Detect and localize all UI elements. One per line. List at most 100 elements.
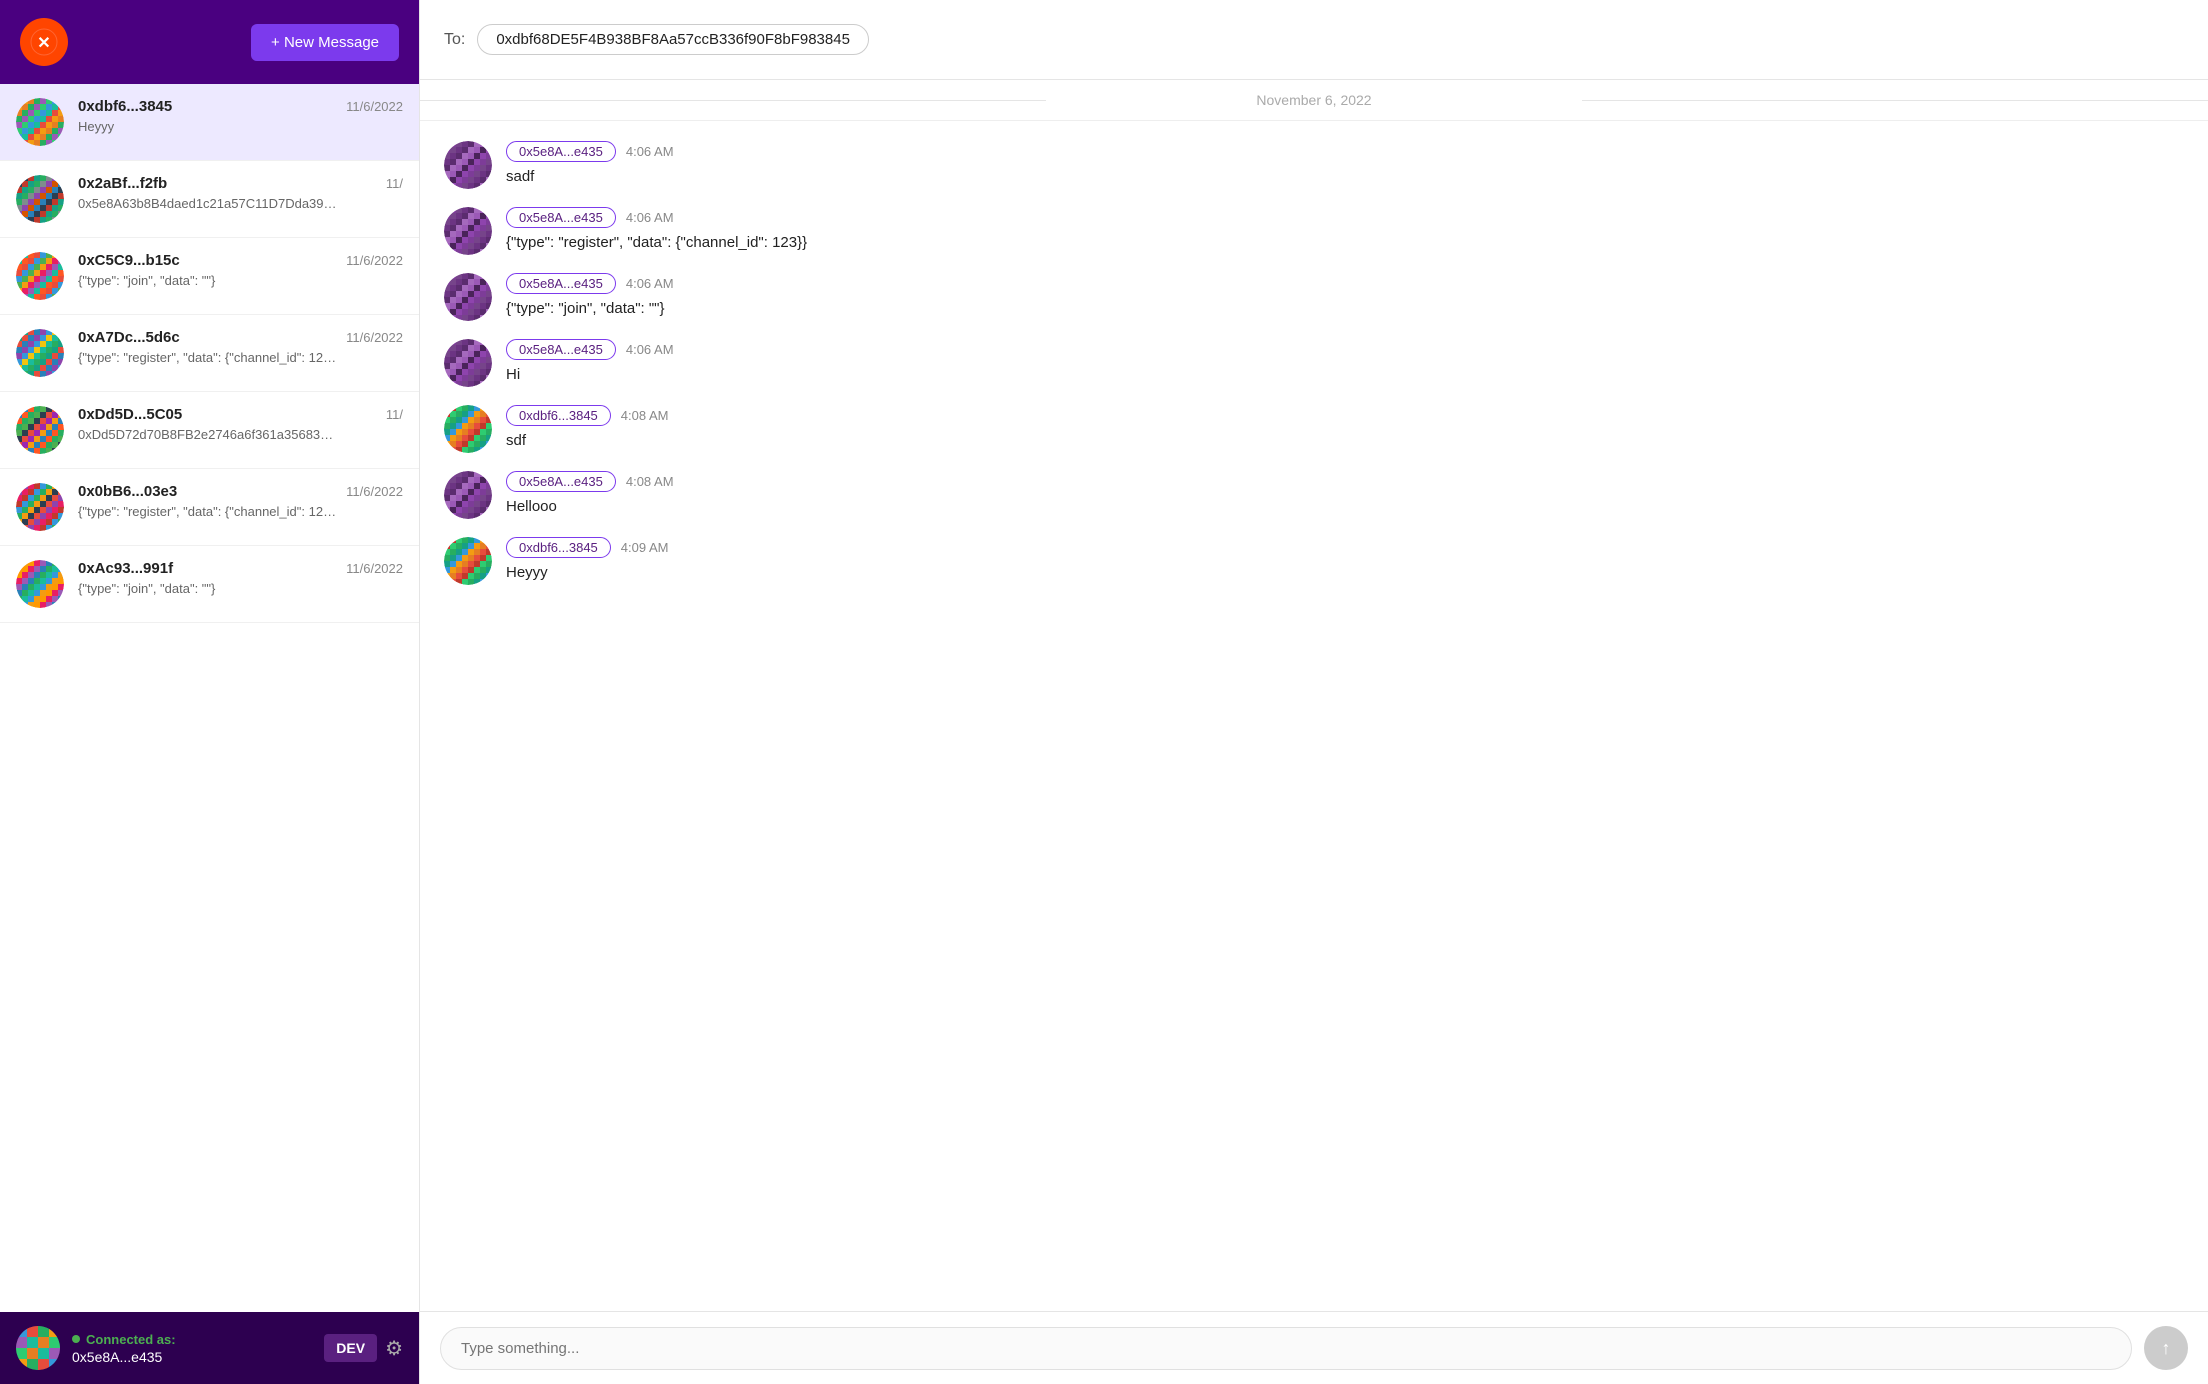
message-content: 0xdbf6...3845 4:09 AM Heyyy <box>506 537 2184 585</box>
message-time: 4:06 AM <box>626 210 674 225</box>
date-divider: November 6, 2022 <box>420 80 2208 121</box>
message-time: 4:08 AM <box>626 474 674 489</box>
conversation-list: 0xdbf6...3845 11/6/2022 Heyyy 0x2aBf...f… <box>0 84 419 1312</box>
message-content: 0x5e8A...e435 4:06 AM {"type": "register… <box>506 207 2184 255</box>
message-text: Hellooo <box>506 496 2184 519</box>
message-content: 0x5e8A...e435 4:06 AM {"type": "join", "… <box>506 273 2184 321</box>
conv-content: 0xAc93...991f 11/6/2022 {"type": "join",… <box>78 560 403 596</box>
logo-icon: ✕ <box>20 18 68 66</box>
message-content: 0xdbf6...3845 4:08 AM sdf <box>506 405 2184 453</box>
conv-address: 0x2aBf...f2fb <box>78 175 167 192</box>
conv-avatar <box>16 98 64 146</box>
message-content: 0x5e8A...e435 4:06 AM sadf <box>506 141 2184 189</box>
footer-address: 0x5e8A...e435 <box>72 1349 312 1365</box>
conv-avatar <box>16 175 64 223</box>
conversation-item[interactable]: 0x2aBf...f2fb 11/ 0x5e8A63b8B4daed1c21a5… <box>0 161 419 238</box>
date-divider-text: November 6, 2022 <box>1256 92 1371 108</box>
message-text: {"type": "join", "data": ""} <box>506 298 2184 321</box>
message-sender-badge: 0x5e8A...e435 <box>506 273 616 294</box>
settings-icon[interactable]: ⚙ <box>385 1336 403 1361</box>
message-avatar <box>444 405 492 453</box>
footer-actions: DEV ⚙ <box>324 1334 403 1362</box>
conv-content: 0xDd5D...5C05 11/ 0xDd5D72d70B8FB2e2746a… <box>78 406 403 442</box>
conv-time: 11/6/2022 <box>346 99 403 114</box>
conv-address: 0xC5C9...b15c <box>78 252 180 269</box>
sidebar-header: ✕ + New Message <box>0 0 419 84</box>
message-sender-badge: 0xdbf6...3845 <box>506 405 611 426</box>
send-button[interactable]: ↑ <box>2144 1326 2188 1370</box>
conv-avatar <box>16 252 64 300</box>
messages-container: 0x5e8A...e435 4:06 AM sadf 0x5e8A...e435… <box>420 121 2208 1311</box>
chat-input-area: ↑ <box>420 1311 2208 1384</box>
footer-connected-text: Connected as: <box>86 1332 176 1347</box>
conv-avatar <box>16 483 64 531</box>
conv-preview: {"type": "register", "data": {"channel_i… <box>78 350 338 365</box>
message-input[interactable] <box>440 1327 2132 1370</box>
conv-time: 11/6/2022 <box>346 330 403 345</box>
message-row: 0x5e8A...e435 4:06 AM {"type": "join", "… <box>444 273 2184 321</box>
message-row: 0x5e8A...e435 4:06 AM sadf <box>444 141 2184 189</box>
footer-connected-label: Connected as: <box>72 1332 312 1347</box>
message-sender-badge: 0xdbf6...3845 <box>506 537 611 558</box>
message-avatar <box>444 471 492 519</box>
message-content: 0x5e8A...e435 4:06 AM Hi <box>506 339 2184 387</box>
message-sender-badge: 0x5e8A...e435 <box>506 471 616 492</box>
footer-info: Connected as: 0x5e8A...e435 <box>72 1332 312 1365</box>
conv-avatar <box>16 560 64 608</box>
conv-time: 11/6/2022 <box>346 561 403 576</box>
message-row: 0x5e8A...e435 4:06 AM Hi <box>444 339 2184 387</box>
send-icon: ↑ <box>2162 1338 2171 1359</box>
message-text: sadf <box>506 166 2184 189</box>
conv-content: 0x2aBf...f2fb 11/ 0x5e8A63b8B4daed1c21a5… <box>78 175 403 211</box>
conv-preview: {"type": "register", "data": {"channel_i… <box>78 504 338 519</box>
sidebar: ✕ + New Message 0xdbf6...3845 11/6/2022 … <box>0 0 420 1384</box>
message-row: 0xdbf6...3845 4:09 AM Heyyy <box>444 537 2184 585</box>
message-text: Heyyy <box>506 562 2184 585</box>
conv-address: 0x0bB6...03e3 <box>78 483 177 500</box>
conv-preview: Heyyy <box>78 119 338 134</box>
message-time: 4:06 AM <box>626 276 674 291</box>
conv-time: 11/6/2022 <box>346 253 403 268</box>
conversation-item[interactable]: 0xdbf6...3845 11/6/2022 Heyyy <box>0 84 419 161</box>
conversation-item[interactable]: 0xA7Dc...5d6c 11/6/2022 {"type": "regist… <box>0 315 419 392</box>
main-chat-area: To: 0xdbf68DE5F4B938BF8Aa57ccB336f90F8bF… <box>420 0 2208 1384</box>
conv-time: 11/6/2022 <box>346 484 403 499</box>
message-content: 0x5e8A...e435 4:08 AM Hellooo <box>506 471 2184 519</box>
message-row: 0x5e8A...e435 4:06 AM {"type": "register… <box>444 207 2184 255</box>
sidebar-footer: Connected as: 0x5e8A...e435 DEV ⚙ <box>0 1312 419 1384</box>
conv-content: 0xdbf6...3845 11/6/2022 Heyyy <box>78 98 403 134</box>
conv-address: 0xdbf6...3845 <box>78 98 172 115</box>
conversation-item[interactable]: 0xDd5D...5C05 11/ 0xDd5D72d70B8FB2e2746a… <box>0 392 419 469</box>
message-text: Hi <box>506 364 2184 387</box>
to-label: To: <box>444 31 465 49</box>
conversation-item[interactable]: 0xC5C9...b15c 11/6/2022 {"type": "join",… <box>0 238 419 315</box>
conv-preview: {"type": "join", "data": ""} <box>78 273 338 288</box>
connected-dot <box>72 1335 80 1343</box>
conv-preview: 0xDd5D72d70B8FB2e2746a6f361a356838BA... <box>78 427 338 442</box>
conv-content: 0x0bB6...03e3 11/6/2022 {"type": "regist… <box>78 483 403 519</box>
message-text: {"type": "register", "data": {"channel_i… <box>506 232 2184 255</box>
conversation-item[interactable]: 0xAc93...991f 11/6/2022 {"type": "join",… <box>0 546 419 623</box>
conv-address: 0xA7Dc...5d6c <box>78 329 180 346</box>
message-avatar <box>444 207 492 255</box>
message-avatar <box>444 537 492 585</box>
new-message-button[interactable]: + New Message <box>251 24 399 61</box>
message-time: 4:09 AM <box>621 540 669 555</box>
message-avatar <box>444 273 492 321</box>
message-row: 0x5e8A...e435 4:08 AM Hellooo <box>444 471 2184 519</box>
svg-text:✕: ✕ <box>37 35 50 52</box>
conv-time: 11/ <box>386 407 403 422</box>
message-avatar <box>444 141 492 189</box>
recipient-address: 0xdbf68DE5F4B938BF8Aa57ccB336f90F8bF9838… <box>477 24 869 55</box>
conv-preview: 0x5e8A63b8B4daed1c21a57C11D7Dda39459... <box>78 196 338 211</box>
conv-content: 0xA7Dc...5d6c 11/6/2022 {"type": "regist… <box>78 329 403 365</box>
conversation-item[interactable]: 0x0bB6...03e3 11/6/2022 {"type": "regist… <box>0 469 419 546</box>
dev-button[interactable]: DEV <box>324 1334 377 1362</box>
conv-address: 0xAc93...991f <box>78 560 173 577</box>
message-text: sdf <box>506 430 2184 453</box>
conv-content: 0xC5C9...b15c 11/6/2022 {"type": "join",… <box>78 252 403 288</box>
message-time: 4:06 AM <box>626 144 674 159</box>
message-sender-badge: 0x5e8A...e435 <box>506 141 616 162</box>
message-sender-badge: 0x5e8A...e435 <box>506 339 616 360</box>
conv-time: 11/ <box>386 176 403 191</box>
